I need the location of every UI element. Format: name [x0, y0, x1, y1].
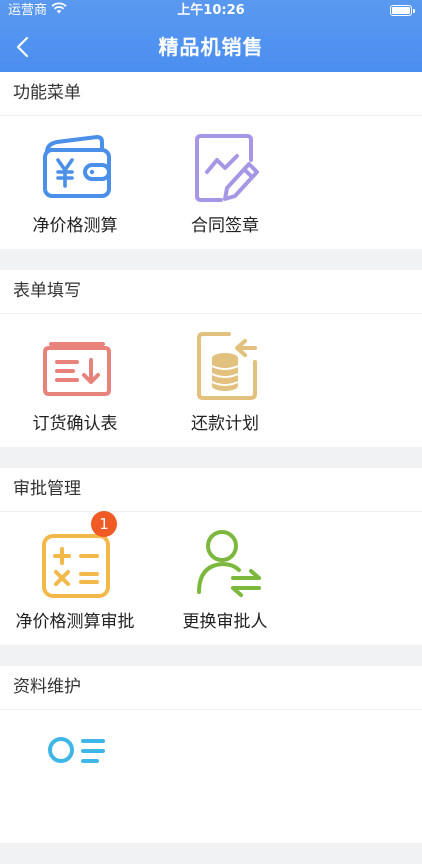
notification-badge: 1 [91, 511, 117, 537]
menu-item-change-approver[interactable]: 更换审批人 [150, 512, 300, 645]
main-content: 功能菜单 净价格测算 合同签章 表单填写 订货确认表 还款计划 审批管理 1 净… [0, 72, 422, 864]
menu-item-label: 更换审批人 [182, 612, 268, 632]
menu-grid: 订货确认表 还款计划 [0, 314, 422, 447]
section-form-fill: 表单填写 订货确认表 还款计划 [0, 270, 422, 447]
section-title: 审批管理 [0, 468, 422, 512]
battery-icon [390, 5, 415, 16]
menu-item-label: 净价格测算 [32, 216, 118, 236]
menu-grid: 净价格测算 合同签章 [0, 116, 422, 249]
section-approval-management: 审批管理 1 净价格测算审批 更换审批人 [0, 468, 422, 645]
menu-item-label: 订货确认表 [32, 414, 118, 434]
section-title: 功能菜单 [0, 72, 422, 116]
app-header: 运营商 上午10:26 精品机销售 [0, 0, 422, 72]
menu-grid [0, 710, 422, 843]
menu-item-data-maintenance[interactable] [0, 710, 150, 843]
contract-sign-icon [189, 130, 265, 206]
section-function-menu: 功能菜单 净价格测算 合同签章 [0, 72, 422, 249]
repayment-plan-icon [189, 328, 265, 404]
status-bar: 运营商 上午10:26 [0, 0, 422, 22]
menu-item-net-price-calc[interactable]: 净价格测算 [0, 116, 150, 249]
section-title: 表单填写 [0, 270, 422, 314]
calculator-icon [39, 526, 115, 602]
menu-item-repayment-plan[interactable]: 还款计划 [150, 314, 300, 447]
wallet-yen-icon [39, 130, 115, 206]
profile-list-icon [39, 724, 115, 800]
menu-grid: 1 净价格测算审批 更换审批人 [0, 511, 422, 645]
menu-item-label: 净价格测算审批 [15, 612, 135, 632]
menu-item-net-price-approval[interactable]: 1 净价格测算审批 [0, 511, 150, 645]
menu-item-label: 合同签章 [191, 216, 259, 236]
clock: 上午10:26 [177, 3, 245, 18]
section-title: 资料维护 [0, 666, 422, 710]
menu-item-contract-sign[interactable]: 合同签章 [150, 116, 300, 249]
menu-item-label: 还款计划 [191, 414, 259, 434]
menu-item-order-confirm[interactable]: 订货确认表 [0, 314, 150, 447]
nav-bar: 精品机销售 [0, 22, 422, 72]
page-title: 精品机销售 [158, 35, 264, 59]
change-approver-icon [189, 526, 265, 602]
order-confirm-icon [39, 328, 115, 404]
section-data-maintenance: 资料维护 [0, 666, 422, 843]
